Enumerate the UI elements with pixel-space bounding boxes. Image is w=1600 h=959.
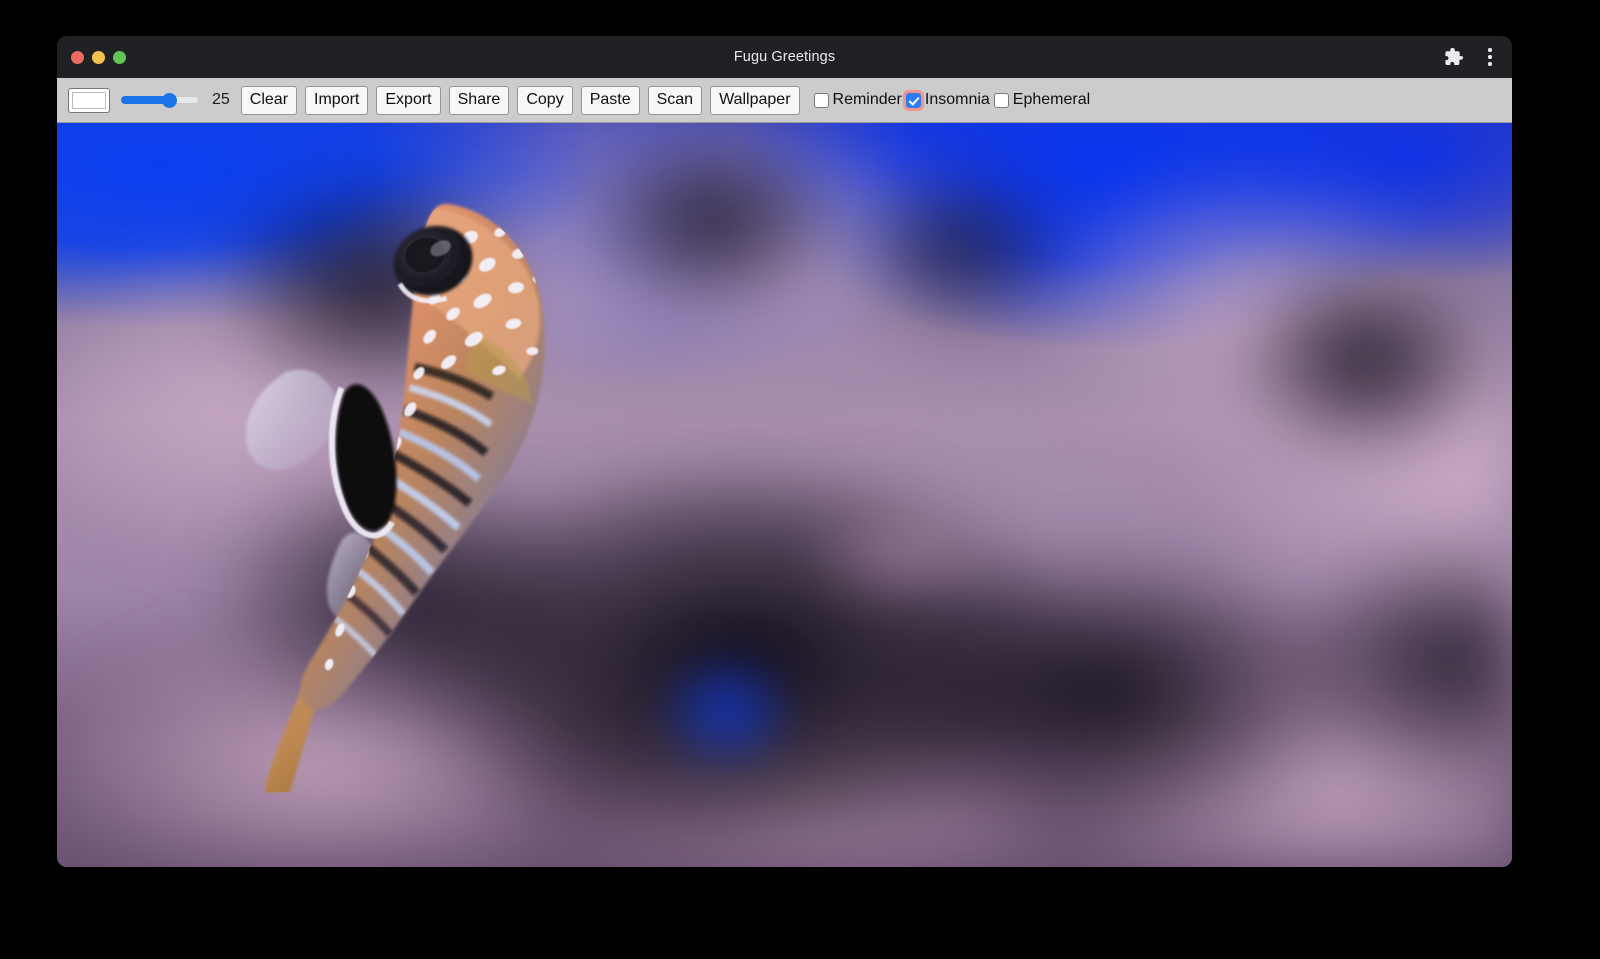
color-swatch-fill [72,92,106,109]
window-controls [71,51,126,64]
close-button[interactable] [71,51,84,64]
menu-dot [1488,55,1492,59]
minimize-button[interactable] [92,51,105,64]
menu-dot [1488,62,1492,66]
menu-dot [1488,48,1492,52]
wallpaper-button[interactable]: Wallpaper [710,86,799,115]
screen: Fugu Greetings [0,0,1600,959]
scan-button[interactable]: Scan [648,86,702,115]
pufferfish-illustration [217,182,578,794]
titlebar-actions [1442,36,1500,78]
import-button[interactable]: Import [305,86,368,115]
line-width-slider[interactable] [121,89,199,111]
toolbar-checkbox-group: Reminder Insomnia Ephemeral [814,92,1095,108]
browser-window: Fugu Greetings [57,36,1512,867]
ephemeral-checkbox-box[interactable] [994,93,1009,108]
slider-thumb[interactable] [162,93,177,108]
color-picker-input[interactable] [68,88,110,113]
slider-value-label: 25 [212,92,230,108]
insomnia-checkbox[interactable]: Insomnia [906,92,990,108]
fish-pectoral-fin [244,368,339,470]
reminder-checkbox[interactable]: Reminder [814,92,902,108]
share-button[interactable]: Share [449,86,510,115]
paste-button[interactable]: Paste [581,86,640,115]
reminder-checkbox-box[interactable] [814,93,829,108]
puzzle-piece-icon [1442,46,1464,68]
app-toolbar: 25 Clear Import Export Share Copy Paste … [57,78,1512,123]
zoom-button[interactable] [113,51,126,64]
clear-button[interactable]: Clear [241,86,297,115]
drawing-canvas[interactable] [57,123,1512,867]
ephemeral-checkbox-label: Ephemeral [1013,92,1090,108]
copy-button[interactable]: Copy [517,86,572,115]
insomnia-checkbox-box[interactable] [906,93,921,108]
insomnia-checkbox-label: Insomnia [925,92,990,108]
pufferfish-image [217,182,578,794]
three-dot-menu-icon[interactable] [1480,46,1500,68]
slider-fill [121,96,168,104]
export-button[interactable]: Export [376,86,440,115]
extensions-button[interactable] [1442,46,1464,68]
window-title: Fugu Greetings [57,49,1512,65]
ephemeral-checkbox[interactable]: Ephemeral [994,92,1090,108]
reminder-checkbox-label: Reminder [833,92,902,108]
title-bar: Fugu Greetings [57,36,1512,78]
